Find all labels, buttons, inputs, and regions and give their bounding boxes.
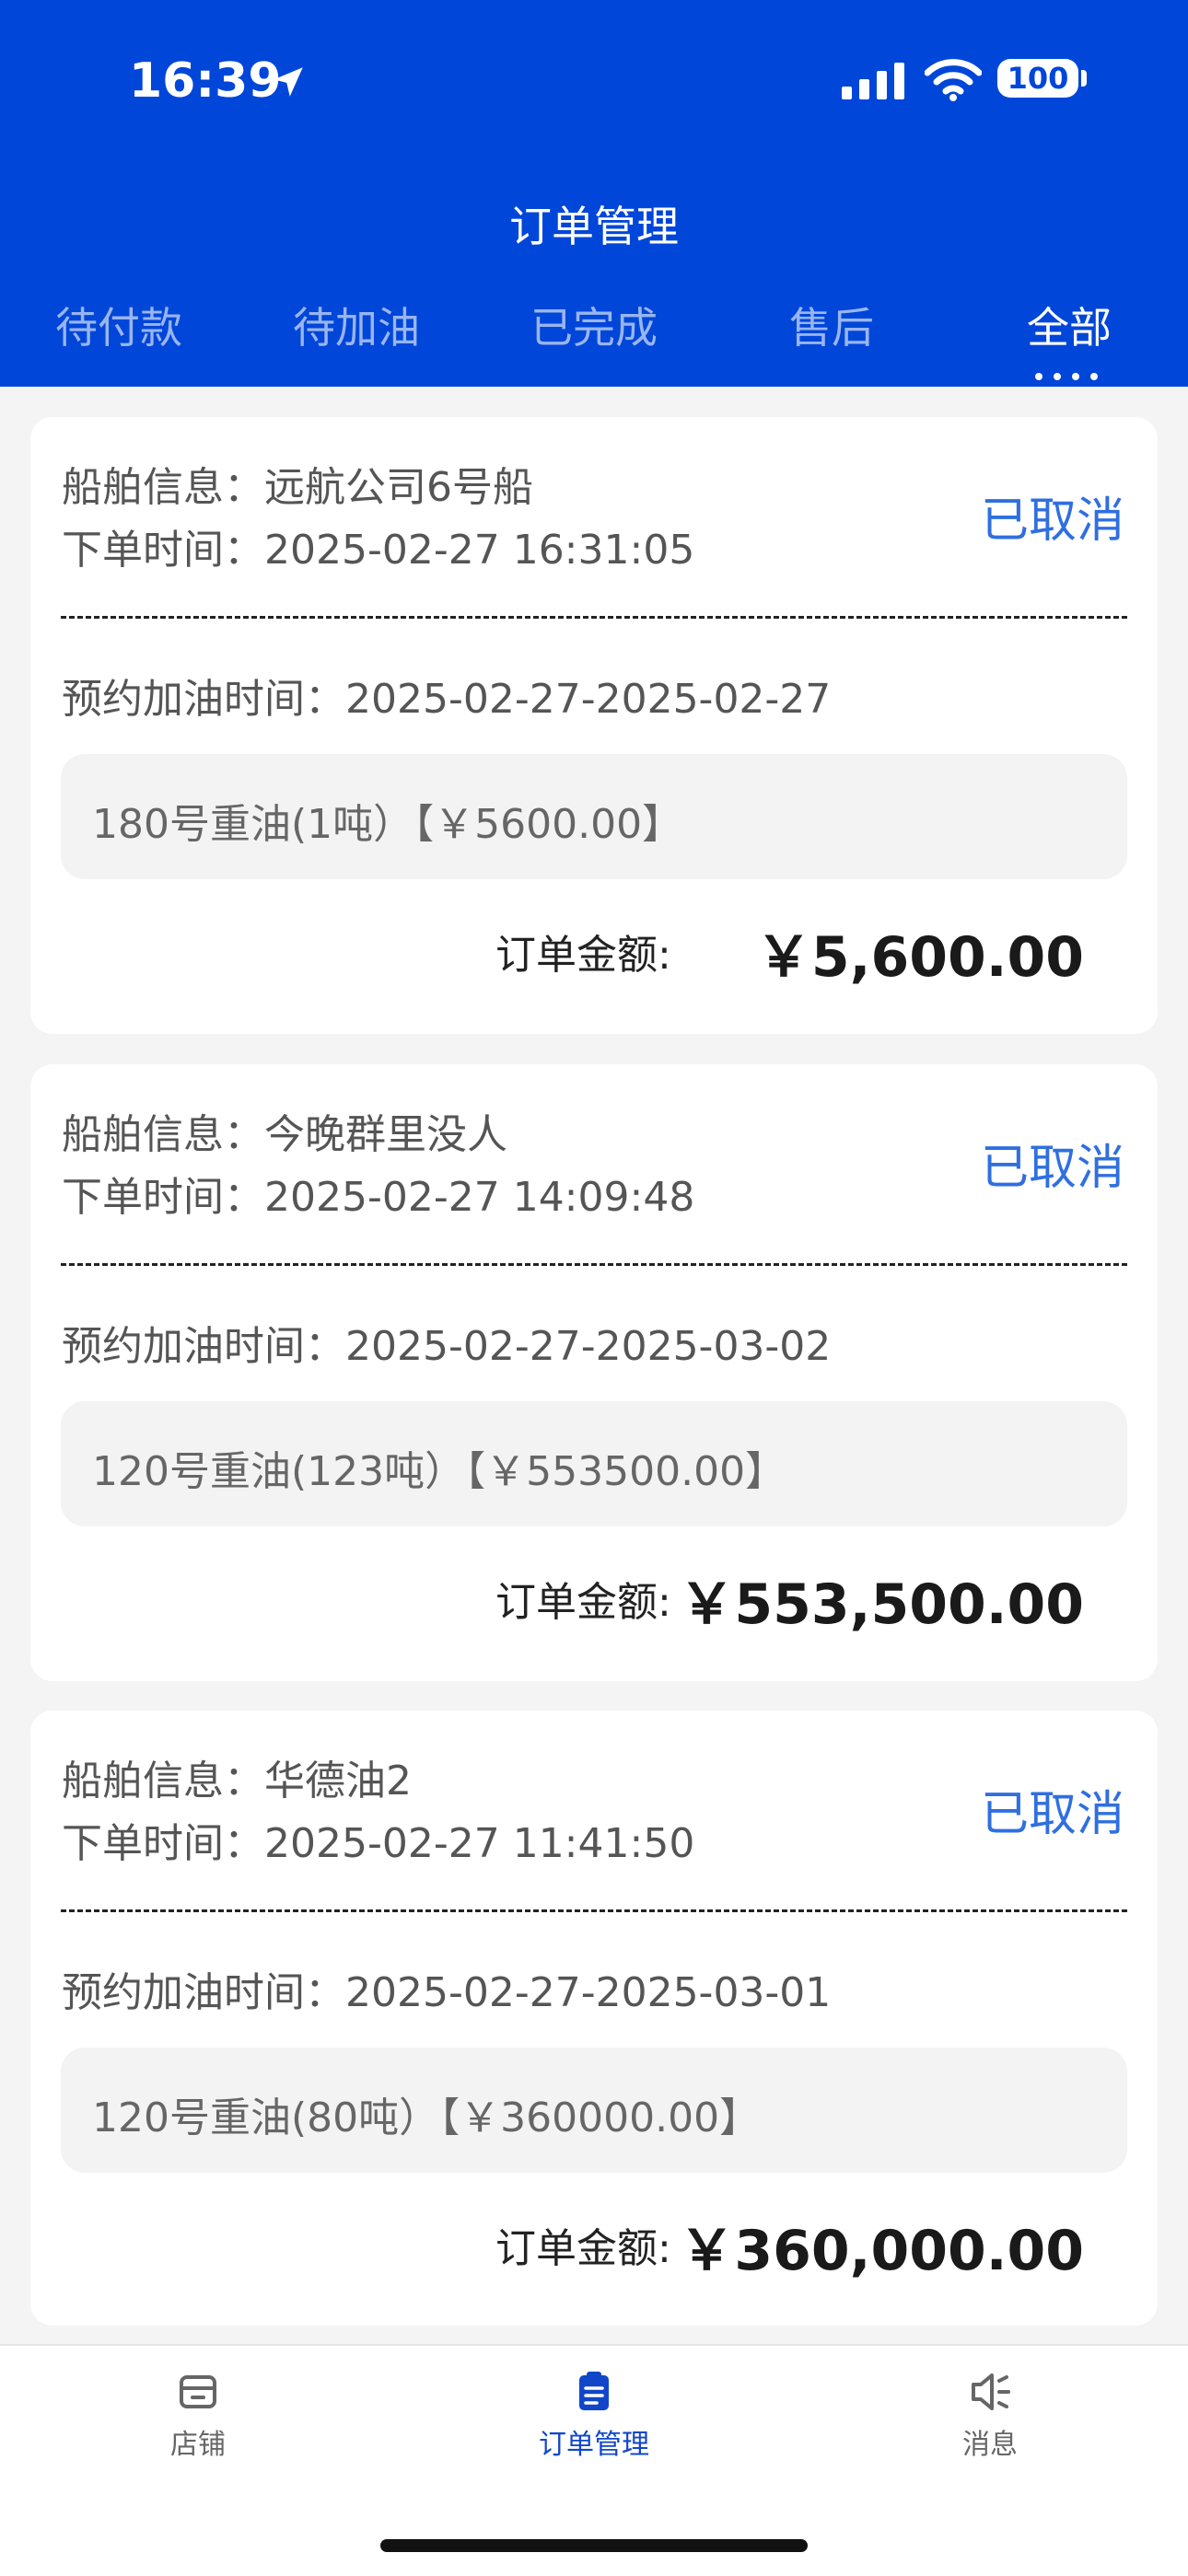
- order-amount: ￥553,500.00: [679, 1572, 1084, 1637]
- status-badge: 已取消: [980, 493, 1124, 549]
- ship-name: 远航公司6号船: [264, 464, 533, 511]
- product-box: 180号重油(1吨）【￥5600.00】: [61, 754, 1127, 879]
- nav-store[interactable]: 店铺: [106, 2370, 290, 2462]
- battery-indicator: 100: [997, 59, 1078, 98]
- tab-after-sales[interactable]: 售后: [713, 295, 950, 355]
- status-time: 16:39: [129, 53, 282, 109]
- page-title: 订单管理: [509, 202, 679, 251]
- order-tabs: 待付款 待加油 已完成 售后 全部: [0, 295, 1188, 380]
- ship-info-label: 船舶信息：: [62, 1758, 264, 1804]
- appointment-value: 2025-02-27-2025-03-02: [345, 1323, 832, 1370]
- amount-label: 订单金额:: [495, 1579, 671, 1626]
- amount-label: 订单金额:: [495, 2225, 671, 2272]
- appointment-time: 预约加油时间：2025-02-27-2025-02-27: [62, 666, 831, 725]
- nav-store-label: 店铺: [170, 2429, 226, 2461]
- store-icon: [180, 2375, 216, 2408]
- wifi-icon: [925, 59, 982, 101]
- nav-messages-label: 消息: [962, 2429, 1018, 2461]
- status-badge: 已取消: [980, 1141, 1124, 1196]
- appointment-value: 2025-02-27-2025-02-27: [345, 676, 832, 723]
- product-text: 120号重油(80吨）【￥360000.00】: [92, 2094, 761, 2141]
- order-amount: ￥5,600.00: [755, 925, 1084, 990]
- order-card[interactable]: 船舶信息：今晚群里没人 下单时间：2025-02-27 14:09:48 已取消…: [30, 1064, 1158, 1681]
- product-text: 120号重油(123吨）【￥553500.00】: [92, 1448, 786, 1495]
- order-card[interactable]: 船舶信息：远航公司6号船 下单时间：2025-02-27 16:31:05 已取…: [30, 417, 1158, 1034]
- ship-info-label: 船舶信息：: [62, 1111, 264, 1158]
- ship-name: 今晚群里没人: [264, 1111, 507, 1158]
- status-badge: 已取消: [980, 1787, 1124, 1842]
- order-time: 下单时间：2025-02-27 11:41:50: [62, 1810, 694, 1869]
- divider: [61, 616, 1127, 619]
- ship-info: 船舶信息：今晚群里没人: [62, 1101, 507, 1160]
- order-card[interactable]: 船舶信息：华德油2 下单时间：2025-02-27 11:41:50 已取消 预…: [30, 1711, 1158, 2326]
- appointment-label: 预约加油时间：: [62, 1969, 345, 2016]
- ship-info: 船舶信息：华德油2: [62, 1747, 412, 1806]
- battery-tip: [1081, 70, 1087, 87]
- speaker-icon: [972, 2373, 1010, 2410]
- order-amount: ￥360,000.00: [679, 2219, 1084, 2283]
- ship-info-label: 船舶信息：: [62, 464, 264, 511]
- order-time-value: 2025-02-27 16:31:05: [264, 527, 695, 574]
- order-time-label: 下单时间：: [62, 1174, 264, 1221]
- divider: [61, 1263, 1127, 1266]
- order-time-label: 下单时间：: [62, 1820, 264, 1867]
- tab-pending-payment[interactable]: 待付款: [0, 295, 238, 355]
- product-box: 120号重油(80吨）【￥360000.00】: [61, 2048, 1127, 2173]
- active-tab-indicator: [1030, 366, 1122, 380]
- appointment-label: 预约加油时间：: [62, 676, 345, 723]
- cellular-signal-icon: [842, 63, 904, 99]
- order-time-value: 2025-02-27 11:41:50: [264, 1820, 695, 1867]
- location-arrow-icon: [274, 67, 303, 97]
- appointment-time: 预约加油时间：2025-02-27-2025-03-01: [62, 1959, 831, 2018]
- appointment-time: 预约加油时间：2025-02-27-2025-03-02: [62, 1313, 831, 1372]
- order-time-value: 2025-02-27 14:09:48: [264, 1174, 695, 1221]
- clipboard-icon: [579, 2372, 609, 2410]
- ship-info: 船舶信息：远航公司6号船: [62, 454, 533, 513]
- product-text: 180号重油(1吨）【￥5600.00】: [92, 801, 683, 848]
- home-indicator: [380, 2539, 808, 2552]
- header: 16:39 100 订单管理 待付款 待加油 已完成 售后 全部: [0, 0, 1188, 387]
- appointment-value: 2025-02-27-2025-03-01: [345, 1969, 832, 2016]
- ship-name: 华德油2: [264, 1758, 412, 1804]
- nav-messages[interactable]: 消息: [898, 2370, 1082, 2462]
- product-box: 120号重油(123吨）【￥553500.00】: [61, 1401, 1127, 1526]
- amount-label: 订单金额:: [495, 932, 671, 979]
- order-time: 下单时间：2025-02-27 14:09:48: [62, 1164, 694, 1223]
- nav-orders-label: 订单管理: [539, 2429, 649, 2461]
- tab-all[interactable]: 全部: [950, 295, 1188, 355]
- order-time-label: 下单时间：: [62, 527, 264, 574]
- tab-pending-refuel[interactable]: 待加油: [238, 295, 475, 355]
- tab-completed[interactable]: 已完成: [475, 295, 713, 355]
- divider: [61, 1909, 1127, 1912]
- order-time: 下单时间：2025-02-27 16:31:05: [62, 516, 694, 575]
- appointment-label: 预约加油时间：: [62, 1323, 345, 1370]
- nav-orders[interactable]: 订单管理: [502, 2370, 686, 2462]
